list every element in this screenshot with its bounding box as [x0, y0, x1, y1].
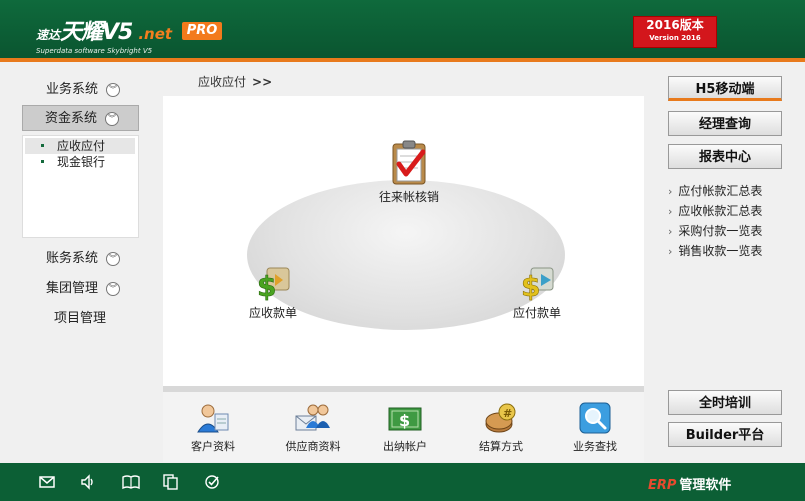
report-link-purchase-payments[interactable]: › 采购付款一览表 [668, 222, 762, 239]
clipboard-check-icon [389, 140, 429, 186]
chevron-right-icon: › [668, 245, 673, 258]
report-link-label: 采购付款一览表 [678, 224, 763, 238]
submenu-item-receivable-payable[interactable]: 应收应付 [25, 138, 135, 154]
erp-brand-text: ERP 管理软件 [648, 474, 731, 493]
sidebar-item-label: 集团管理 [46, 281, 99, 296]
pro-badge: PRO [182, 22, 222, 40]
logo-brand-small: 速达 [36, 28, 61, 42]
version-badge: 2016版本 Version 2016 [633, 16, 717, 48]
logo-net: .net [138, 25, 173, 43]
mail-icon[interactable] [39, 474, 55, 490]
report-link-receivable-summary[interactable]: › 应收帐款汇总表 [668, 202, 762, 219]
tool-label: 客户资料 [191, 440, 235, 453]
chevron-right-icon: › [668, 185, 673, 198]
search-icon [577, 402, 613, 434]
tool-search[interactable]: 业务查找 [555, 402, 635, 454]
manager-query-button[interactable]: 经理查询 [668, 111, 782, 136]
tool-cash-account[interactable]: $ 出纳帐户 [365, 402, 445, 454]
erp-label: ERP [648, 478, 677, 493]
app-logo: 速达天耀V5 .net Superdata software Skybright … [36, 14, 172, 55]
version-sub: Version 2016 [649, 34, 701, 42]
header-bar: 速达天耀V5 .net Superdata software Skybright … [0, 0, 805, 58]
tool-label: 供应商资料 [285, 440, 341, 453]
chevron-right-icon: › [668, 205, 673, 218]
logo-subtitle: Superdata software Skybright V5 [36, 47, 153, 55]
sidebar-item-label: 业务系统 [46, 82, 99, 97]
settlement-icon: # [483, 402, 519, 434]
tool-label: 出纳帐户 [383, 440, 427, 453]
money-out-icon: $ [517, 262, 557, 303]
chevron-down-icon: ︾ [106, 83, 120, 97]
sidebar-item-group[interactable]: 集团管理 ︾ [18, 276, 144, 302]
sidebar-item-accounting[interactable]: 账务系统 ︾ [18, 246, 144, 272]
report-link-label: 销售收款一览表 [678, 244, 763, 258]
tool-label: 业务查找 [573, 440, 617, 453]
quick-toolbar: 客户资料 供应商资料 $ 出纳帐户 # 结算方式 业务查找 [163, 392, 644, 462]
tool-settlement[interactable]: # 结算方式 [461, 402, 541, 454]
flow-node-receivable[interactable]: $ 应收款单 [228, 262, 318, 321]
sidebar-item-label: 资金系统 [45, 111, 98, 126]
submenu-item-cash-bank[interactable]: 现金银行 [25, 154, 135, 170]
flow-node-label: 应收款单 [248, 306, 297, 320]
logo-brand-big: 天耀V5 [60, 20, 133, 45]
chevron-down-icon: ︾ [106, 282, 120, 296]
flow-node-payable[interactable]: $ 应付款单 [492, 262, 582, 321]
report-link-label: 应收帐款汇总表 [678, 204, 763, 218]
breadcrumb-arrow: >> [252, 75, 273, 89]
bullet-icon [41, 160, 44, 163]
flow-node-label: 往来帐核销 [378, 190, 439, 204]
sidebar-item-projects[interactable]: 项目管理 [18, 306, 144, 332]
cash-account-icon: $ [387, 402, 423, 434]
bullet-icon [41, 144, 44, 147]
svg-text:$: $ [399, 411, 410, 430]
report-center-button[interactable]: 报表中心 [668, 144, 782, 169]
tool-customer[interactable]: 客户资料 [173, 402, 253, 454]
report-link-sales-receipts[interactable]: › 销售收款一览表 [668, 242, 762, 259]
version-year: 2016版本 [646, 18, 704, 32]
sidebar-item-business[interactable]: 业务系统 ︾ [18, 77, 144, 103]
svg-text:#: # [503, 407, 512, 420]
chevron-down-icon: ︾ [105, 112, 119, 126]
copy-icon[interactable] [163, 474, 179, 490]
report-link-payable-summary[interactable]: › 应付帐款汇总表 [668, 182, 762, 199]
customer-icon [195, 402, 231, 434]
sidebar-item-funds[interactable]: 资金系统 ︾ [22, 105, 139, 131]
submenu-item-label: 现金银行 [57, 155, 106, 169]
flow-node-label: 应付款单 [512, 306, 561, 320]
sidebar-item-label: 账务系统 [46, 251, 99, 266]
submenu-item-label: 应收应付 [57, 139, 106, 153]
chevron-right-icon: › [668, 225, 673, 238]
chevron-down-icon: ︾ [106, 252, 120, 266]
tool-label: 结算方式 [479, 440, 523, 453]
training-button[interactable]: 全时培训 [668, 390, 782, 415]
book-icon[interactable] [122, 474, 140, 490]
builder-platform-button[interactable]: Builder平台 [668, 422, 782, 447]
svg-text:$: $ [257, 270, 276, 302]
h5-mobile-button[interactable]: H5移动端 [668, 76, 782, 101]
svg-text:$: $ [521, 270, 540, 302]
footer-bar: ERP 管理软件 [0, 463, 805, 501]
flow-node-reconcile[interactable]: 往来帐核销 [364, 140, 454, 205]
erp-suffix: 管理软件 [679, 478, 732, 493]
breadcrumb: 应收应付 >> [198, 73, 272, 90]
check-circle-icon[interactable] [204, 474, 220, 490]
supplier-icon [295, 402, 331, 434]
flow-panel: 往来帐核销 $ 应收款单 $ 应付款单 [163, 96, 644, 386]
sidebar-item-label: 项目管理 [54, 311, 107, 326]
money-in-icon: $ [253, 262, 293, 303]
tool-supplier[interactable]: 供应商资料 [273, 402, 353, 454]
sound-icon[interactable] [80, 474, 96, 490]
report-link-label: 应付帐款汇总表 [678, 184, 763, 198]
funds-submenu: 应收应付 现金银行 [22, 135, 139, 238]
breadcrumb-label: 应收应付 [198, 75, 247, 89]
header-divider [0, 58, 805, 62]
